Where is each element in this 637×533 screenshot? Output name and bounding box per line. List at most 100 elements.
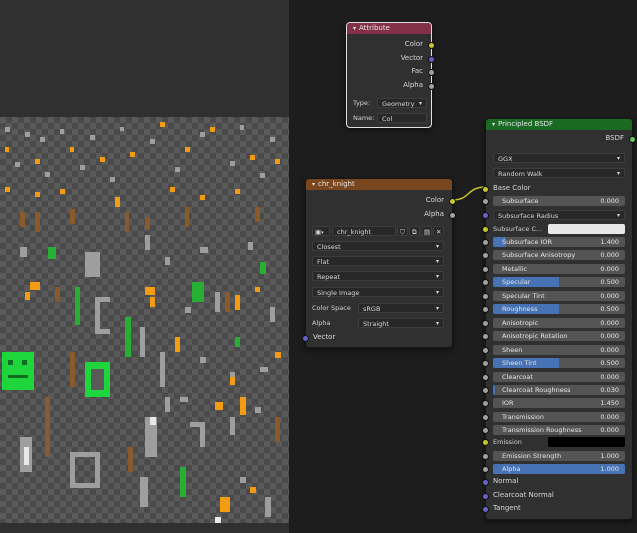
principled-bsdf-node[interactable]: ▾ Principled BSDF BSDF GGX ▾ Random Walk ▾… <box>482 118 636 520</box>
name-field[interactable]: Col <box>377 113 427 123</box>
slider-field[interactable]: Roughness 0.500 <box>493 304 625 315</box>
image-name-field[interactable]: chr_knight <box>332 226 396 236</box>
normal-input-socket[interactable] <box>482 479 489 486</box>
vector-output-socket[interactable] <box>428 55 435 63</box>
subsurface-input-socket[interactable] <box>482 198 489 205</box>
alpha-input-socket[interactable] <box>482 466 489 473</box>
slider-field[interactable]: Sheen 0.000 <box>493 344 625 355</box>
slider-label: Specular Tint <box>502 291 545 300</box>
slider-field[interactable]: Clearcoat 0.000 <box>493 371 625 382</box>
slider-field[interactable]: Transmission Roughness 0.000 <box>493 425 625 436</box>
emission-color-swatch[interactable] <box>548 437 625 447</box>
color-space-dropdown[interactable]: sRGB ▾ <box>358 303 444 313</box>
input-socket[interactable] <box>482 400 489 408</box>
input-socket[interactable] <box>482 292 489 300</box>
chevron-down-icon: ▾ <box>435 305 439 312</box>
subsurface-color-label: Subsurface C... <box>493 225 543 233</box>
subsurface-color-input-socket[interactable] <box>482 226 489 233</box>
alpha-output-socket[interactable] <box>449 211 456 219</box>
subsurface-radius-dropdown[interactable]: Subsurface Radius ▾ <box>493 210 625 220</box>
slider-field[interactable]: Specular 0.500 <box>493 277 625 288</box>
folder-icon: ▤ <box>424 228 431 236</box>
base-color-input-socket[interactable] <box>482 186 489 193</box>
emission-input-socket[interactable] <box>482 439 489 446</box>
slider-field[interactable]: Clearcoat Roughness 0.030 <box>493 384 625 395</box>
node-editor[interactable]: ▾ Attribute Color Vector Fac Alpha Type:… <box>291 0 637 533</box>
emission-strength-input-socket[interactable] <box>482 453 489 460</box>
alpha-output-socket[interactable] <box>428 82 435 90</box>
slider-label: Sheen <box>502 345 523 354</box>
input-socket[interactable] <box>482 239 489 246</box>
interpolation-dropdown[interactable]: Closest ▾ <box>312 241 444 251</box>
input-tangent: Tangent <box>482 502 521 516</box>
attribute-node[interactable]: ▾ Attribute Color Vector Fac Alpha Type:… <box>346 22 435 128</box>
type-dropdown[interactable]: Geometry ▾ <box>377 98 427 108</box>
open-image-button[interactable]: ▤ <box>421 226 432 236</box>
input-socket[interactable] <box>482 360 489 368</box>
emission-strength-field[interactable]: Emission Strength 1.000 <box>493 451 625 461</box>
alpha-field[interactable]: Alpha 1.000 <box>493 464 625 474</box>
color-space-label: Color Space <box>312 304 351 312</box>
input-socket[interactable] <box>482 306 489 314</box>
slider-value: 0.000 <box>600 426 619 435</box>
unlink-image-button[interactable]: ✕ <box>433 226 444 236</box>
source-dropdown[interactable]: Single Image ▾ <box>312 287 444 297</box>
slider-field[interactable]: Metallic 0.000 <box>493 263 625 274</box>
subsurface-color-swatch[interactable] <box>548 224 625 234</box>
attribute-node-header[interactable]: ▾ Attribute <box>347 23 431 34</box>
slider-label: Anisotropic Rotation <box>502 332 568 341</box>
input-socket[interactable] <box>482 279 489 287</box>
collapse-chevron-icon[interactable]: ▾ <box>353 23 356 34</box>
distribution-dropdown[interactable]: GGX ▾ <box>493 153 625 163</box>
clearcoat-normal-input-socket[interactable] <box>482 493 489 500</box>
alpha-mode-dropdown[interactable]: Straight ▾ <box>358 318 444 328</box>
slider-field[interactable]: Subsurface Anisotropy 0.000 <box>493 250 625 261</box>
chevron-down-icon: ▾ <box>616 155 620 162</box>
slider-field[interactable]: Subsurface IOR 1.400 <box>493 237 625 247</box>
slider-field[interactable]: Transmission 0.000 <box>493 411 625 422</box>
image-editor-panel[interactable] <box>0 0 289 533</box>
slider-label: Sheen Tint <box>502 359 537 368</box>
extension-dropdown[interactable]: Repeat ▾ <box>312 271 444 281</box>
projection-dropdown[interactable]: Flat ▾ <box>312 256 444 266</box>
input-socket[interactable] <box>482 427 489 435</box>
type-label: Type: <box>353 99 371 107</box>
subsurface-field[interactable]: Subsurface 0.000 <box>493 196 625 206</box>
color-output-socket[interactable] <box>428 42 435 49</box>
collapse-chevron-icon[interactable]: ▾ <box>312 179 315 190</box>
bsdf-output-socket[interactable] <box>629 136 636 143</box>
image-browse-button[interactable]: ▣▾ <box>312 226 330 236</box>
texture-preview[interactable] <box>0 117 289 523</box>
subsurface-radius-input-socket[interactable] <box>482 212 489 219</box>
image-texture-node[interactable]: ▾ chr_knight Color Alpha ▣▾ chr_knight ⛉… <box>302 178 456 348</box>
pixel-texture-image <box>2 122 281 523</box>
slider-label: Metallic <box>502 264 528 273</box>
input-socket[interactable] <box>482 333 489 341</box>
fac-output-socket[interactable] <box>428 69 435 76</box>
image-node-header[interactable]: ▾ chr_knight <box>306 179 452 190</box>
color-output-socket[interactable] <box>449 198 456 205</box>
chevron-down-icon: ▾ <box>616 170 620 177</box>
slider-field[interactable]: Anisotropic Rotation 0.000 <box>493 331 625 342</box>
input-socket[interactable] <box>482 373 489 381</box>
slider-value: 0.000 <box>600 372 619 381</box>
slider-field[interactable]: IOR 1.450 <box>493 398 625 409</box>
fake-user-button[interactable]: ⛉ <box>397 226 408 236</box>
slider-field[interactable]: Specular Tint 0.000 <box>493 290 625 301</box>
subsurface-method-dropdown[interactable]: Random Walk ▾ <box>493 168 625 178</box>
input-socket[interactable] <box>482 252 489 260</box>
input-socket[interactable] <box>482 413 489 421</box>
slider-value: 0.000 <box>600 332 619 341</box>
chevron-down-icon: ▾ <box>435 258 439 265</box>
collapse-chevron-icon[interactable]: ▾ <box>492 119 495 130</box>
input-socket[interactable] <box>482 265 489 273</box>
input-socket[interactable] <box>482 386 489 394</box>
slider-field[interactable]: Anisotropic 0.000 <box>493 317 625 328</box>
duplicate-image-button[interactable]: ⧉ <box>409 226 420 236</box>
bsdf-node-header[interactable]: ▾ Principled BSDF <box>486 119 632 130</box>
input-socket[interactable] <box>482 346 489 354</box>
slider-field[interactable]: Sheen Tint 0.500 <box>493 358 625 369</box>
input-socket[interactable] <box>482 319 489 327</box>
vector-input-socket[interactable] <box>302 335 309 342</box>
tangent-input-socket[interactable] <box>482 506 489 513</box>
